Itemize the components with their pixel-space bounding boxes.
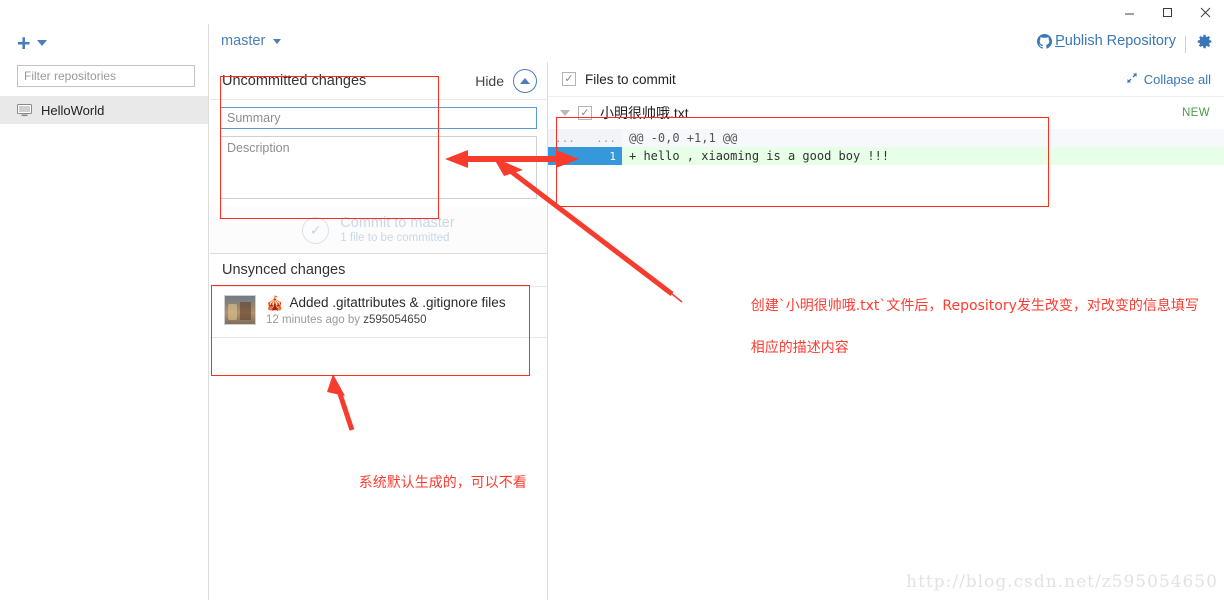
repository-list: HelloWorld <box>0 96 208 124</box>
commit-button-subtext: 1 file to be committed <box>340 231 450 244</box>
repository-name: HelloWorld <box>41 102 105 118</box>
uncommitted-changes-card: Uncommitted changes Hide ✓ <box>210 62 547 254</box>
publish-repository-button[interactable]: Publish Repository <box>1037 33 1176 49</box>
chevron-down-icon <box>273 38 282 44</box>
github-icon <box>1037 33 1053 49</box>
hide-label: Hide <box>475 72 504 89</box>
status-badge: NEW <box>1181 107 1210 119</box>
add-repository-button[interactable]: + <box>0 24 208 62</box>
gear-icon[interactable] <box>1196 33 1213 53</box>
file-name: 小明很帅哦.txt <box>600 105 689 121</box>
uncommitted-title: Uncommitted changes <box>222 72 367 89</box>
diff-code-text: + hello , xiaoming is a good boy !!! <box>622 147 1224 165</box>
uncommitted-header: Uncommitted changes Hide <box>210 62 547 100</box>
diff-code-text: @@ -0,0 +1,1 @@ <box>622 129 1224 147</box>
branch-selector[interactable]: master <box>221 33 282 49</box>
list-item[interactable]: 🎪 Added .gitattributes & .gitignore file… <box>210 287 547 338</box>
avatar <box>224 295 256 325</box>
file-checkbox[interactable]: ✓ <box>578 106 592 120</box>
window-titlebar <box>0 0 1224 24</box>
branch-name: master <box>221 33 266 49</box>
files-to-commit-label: Files to commit <box>585 71 676 87</box>
commit-button-label: Commit to master <box>340 215 455 232</box>
collapse-all-button[interactable]: Collapse all <box>1126 72 1211 87</box>
commit-time: 12 minutes ago by <box>266 314 360 326</box>
diff-old-lineno <box>548 147 582 165</box>
commit-form <box>210 100 547 207</box>
filter-repositories-input[interactable] <box>17 65 195 87</box>
content-columns: Uncommitted changes Hide ✓ <box>210 62 1224 600</box>
close-button[interactable] <box>1186 0 1224 24</box>
main-area: master Publish Repository Uncommitted ch… <box>210 24 1224 600</box>
toolbar-divider <box>1185 36 1186 53</box>
minimize-button[interactable] <box>1110 0 1148 24</box>
tent-emoji-icon: 🎪 <box>266 294 284 311</box>
collapse-arrows-icon <box>1126 72 1138 87</box>
unsynced-title: Unsynced changes <box>210 254 547 287</box>
files-to-commit-header: ✓ Files to commit Collapse all <box>548 62 1224 96</box>
check-circle-icon: ✓ <box>302 216 330 244</box>
publish-label: ublish Repository <box>1064 33 1176 49</box>
github-desktop-window: + HelloWorld master <box>0 0 1224 600</box>
maximize-button[interactable] <box>1148 0 1186 24</box>
monitor-icon <box>17 103 32 117</box>
commit-button[interactable]: ✓ Commit to master 1 file to be committe… <box>210 207 547 253</box>
files-to-commit-checkbox[interactable]: ✓ <box>562 72 576 86</box>
changes-column: Uncommitted changes Hide ✓ <box>210 62 548 600</box>
summary-input[interactable] <box>220 107 537 129</box>
unsynced-changes-section: Unsynced changes 🎪 Added .gitattributes … <box>210 254 547 338</box>
diff-line-added[interactable]: 1 + hello , xiaoming is a good boy !!! <box>548 147 1224 165</box>
file-header[interactable]: ✓ 小明很帅哦.txt NEW <box>548 97 1224 129</box>
commit-message: Added .gitattributes & .gitignore files <box>289 295 506 310</box>
diff-old-lineno: ... <box>548 129 582 147</box>
commit-author: z595054650 <box>363 314 427 326</box>
hide-toggle[interactable]: Hide <box>475 68 537 93</box>
toolbar: master Publish Repository <box>210 24 1224 62</box>
diff-new-lineno: ... <box>582 129 622 147</box>
chevron-down-icon <box>37 40 48 46</box>
chevron-up-icon <box>513 68 537 93</box>
files-column: ✓ Files to commit Collapse all ✓ 小明很帅哦.t… <box>548 62 1224 600</box>
filter-row <box>0 62 208 87</box>
file-diff-block: ✓ 小明很帅哦.txt NEW ... ... @@ -0,0 +1,1 @@ … <box>548 96 1224 165</box>
plus-icon: + <box>17 29 31 56</box>
diff-new-lineno: 1 <box>582 147 622 165</box>
diff-line-hunk: ... ... @@ -0,0 +1,1 @@ <box>548 129 1224 147</box>
repository-sidebar: + HelloWorld <box>0 24 209 600</box>
window-controls <box>1110 0 1224 24</box>
description-input[interactable] <box>220 136 537 199</box>
publish-accelerator: P <box>1055 33 1065 49</box>
sidebar-item-helloworld[interactable]: HelloWorld <box>0 96 208 124</box>
collapse-all-label: Collapse all <box>1143 71 1211 87</box>
chevron-down-icon[interactable] <box>560 110 570 116</box>
